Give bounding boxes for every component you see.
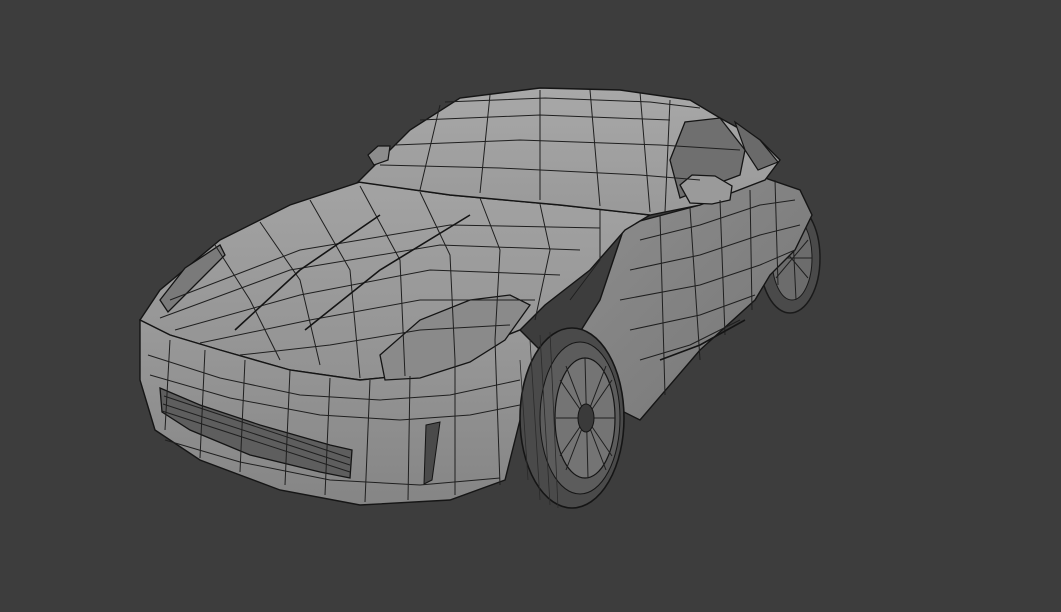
3d-viewport[interactable] [0, 0, 1061, 612]
front-wheel [519, 327, 625, 509]
car-wireframe-render [138, 87, 821, 509]
